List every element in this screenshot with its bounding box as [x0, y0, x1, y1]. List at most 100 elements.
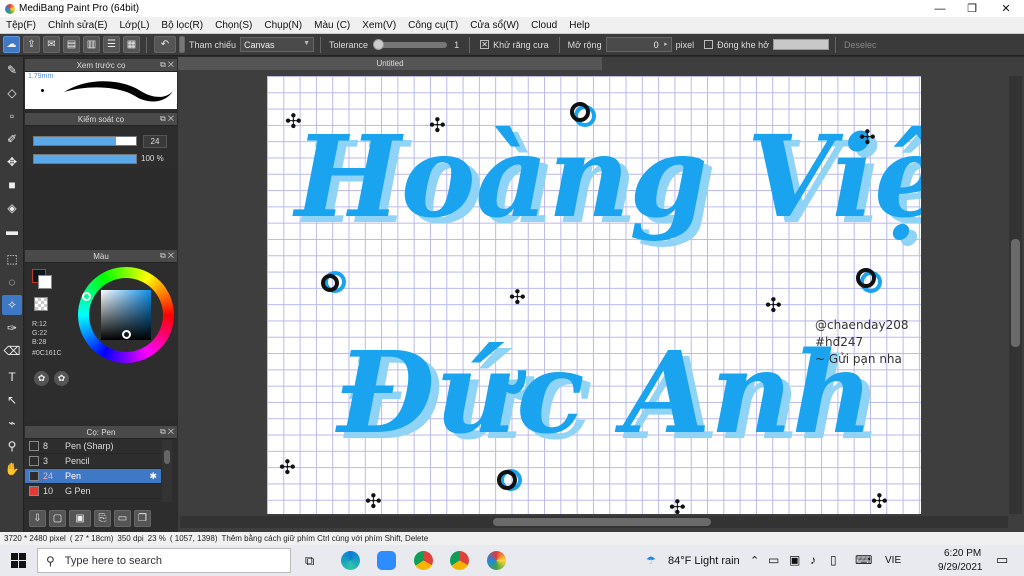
menu-tools[interactable]: Công cụ(T): [402, 20, 464, 31]
menu-view[interactable]: Xem(V): [356, 20, 402, 31]
palette-settings-icon[interactable]: ✿: [54, 371, 69, 386]
clock-date[interactable]: 9/29/2021: [938, 562, 983, 573]
magic-wand-icon[interactable]: ✧: [2, 295, 22, 315]
scroll-thumb[interactable]: [1011, 239, 1020, 347]
palette-icon[interactable]: ✿: [34, 371, 49, 386]
list-item[interactable]: 24 Pen ✱: [25, 469, 161, 484]
size-value[interactable]: 24: [143, 135, 167, 148]
notification-icon[interactable]: ▭: [996, 552, 1008, 568]
panel-controls-icon[interactable]: ⧉ ✕: [160, 60, 174, 70]
gear-icon[interactable]: ✱: [149, 471, 157, 482]
taskbar-search[interactable]: ⚲ Type here to search: [37, 548, 291, 573]
vertical-scrollbar[interactable]: [1009, 76, 1022, 514]
toolbar-handle[interactable]: [179, 36, 185, 53]
pen-tool-icon[interactable]: ✐: [2, 129, 22, 149]
reference-select[interactable]: Canvas ▼: [240, 37, 315, 52]
bucket-tool-icon[interactable]: ◈: [2, 198, 22, 218]
select-pen-icon[interactable]: ✑: [2, 318, 22, 338]
undo-button[interactable]: ↶: [154, 36, 176, 53]
grid-icon[interactable]: ▦: [123, 36, 140, 53]
list-icon[interactable]: ☰: [103, 36, 120, 53]
panel-controls-icon[interactable]: ⧉ ✕: [160, 251, 174, 261]
panel-controls-icon[interactable]: ⧉ ✕: [160, 114, 174, 124]
restore-button[interactable]: ❐: [956, 0, 988, 17]
expand-spinbox[interactable]: 0 ▸: [605, 37, 672, 52]
hand-tool-icon[interactable]: ✋: [2, 459, 22, 479]
menu-cloud[interactable]: Cloud: [525, 20, 563, 31]
minimize-button[interactable]: —: [924, 0, 956, 17]
list-item[interactable]: 8 Pen (Sharp): [25, 439, 161, 454]
tray-chevron-icon[interactable]: ⌃: [750, 554, 759, 567]
volume-icon[interactable]: ♪: [810, 553, 816, 567]
menu-capture[interactable]: Chụp(N): [258, 20, 308, 31]
edge-icon[interactable]: [341, 551, 360, 570]
saturation-value-square[interactable]: [101, 290, 151, 340]
deselect-button[interactable]: Deselec: [844, 40, 877, 50]
tolerance-slider[interactable]: [373, 38, 448, 50]
scroll-thumb[interactable]: [164, 450, 170, 464]
menu-layer[interactable]: Lớp(L): [114, 20, 156, 31]
select-rect-icon[interactable]: ⬚: [2, 249, 22, 269]
document-icon[interactable]: ▤: [63, 36, 80, 53]
camera-icon[interactable]: ▭: [768, 553, 779, 567]
comment-icon[interactable]: ✉: [43, 36, 60, 53]
hue-marker[interactable]: [82, 292, 91, 301]
eyedropper-icon[interactable]: ⚲: [2, 436, 22, 456]
cloud-download-icon[interactable]: ⇩: [29, 509, 46, 527]
duplicate-icon[interactable]: ⎘: [94, 509, 111, 527]
brush-list-scrollbar[interactable]: [162, 440, 172, 502]
transparent-color[interactable]: [34, 297, 48, 311]
sv-marker[interactable]: [122, 330, 131, 339]
close-gap-checkbox[interactable]: [704, 40, 714, 49]
menu-file[interactable]: Tệp(F): [0, 20, 42, 31]
zoom-icon[interactable]: [377, 551, 396, 570]
menu-select[interactable]: Chọn(S): [209, 20, 258, 31]
new-brush-icon[interactable]: ▢: [49, 509, 66, 527]
menu-help[interactable]: Help: [563, 20, 596, 31]
drawing-canvas[interactable]: Hoàng Việt Hoàng Việt Đức Anh Đức Anh ✣ …: [267, 76, 921, 514]
network-icon[interactable]: ▣: [789, 553, 800, 567]
menu-filter[interactable]: Bộ lọc(R): [155, 20, 209, 31]
task-view-icon[interactable]: ⧉: [305, 553, 314, 569]
battery-icon[interactable]: ▯: [830, 553, 837, 567]
scroll-thumb[interactable]: [493, 518, 711, 526]
chrome-icon[interactable]: [450, 551, 469, 570]
menu-edit[interactable]: Chỉnh sửa(E): [42, 20, 114, 31]
panel-controls-icon[interactable]: ⧉ ✕: [160, 427, 174, 437]
move-tool-icon[interactable]: ✥: [2, 152, 22, 172]
slider-knob[interactable]: [373, 38, 385, 50]
copy-icon[interactable]: ❐: [134, 509, 151, 527]
text-tool-icon[interactable]: T: [2, 367, 22, 387]
close-gap-slider[interactable]: [773, 39, 830, 50]
page-icon[interactable]: ▥: [83, 36, 100, 53]
menu-window[interactable]: Cửa sổ(W): [464, 20, 525, 31]
fill-rect-icon[interactable]: ■: [2, 175, 22, 195]
windows-start-icon[interactable]: [11, 553, 26, 568]
language-indicator[interactable]: VIE: [885, 555, 901, 566]
list-item[interactable]: 3 Pencil: [25, 454, 161, 469]
eraser-tool-icon[interactable]: ◇: [2, 83, 22, 103]
gradient-tool-icon[interactable]: ▬: [2, 221, 22, 241]
share-icon[interactable]: ⇪: [23, 36, 40, 53]
dot-tool-icon[interactable]: ▫: [2, 106, 22, 126]
folder-icon[interactable]: ▭: [114, 509, 131, 527]
keyboard-icon[interactable]: ⌨: [855, 553, 872, 567]
lasso-tool-icon[interactable]: ◌: [2, 272, 22, 292]
antialias-checkbox[interactable]: ✕: [480, 40, 490, 49]
opacity-slider[interactable]: [33, 154, 137, 164]
medibang-icon[interactable]: [487, 551, 506, 570]
menu-color[interactable]: Màu (C): [308, 20, 356, 31]
background-color[interactable]: [38, 275, 52, 289]
add-brush-icon[interactable]: ▣: [69, 509, 91, 527]
brush-tool-icon[interactable]: ✎: [2, 60, 22, 80]
chrome-icon[interactable]: [414, 551, 433, 570]
document-tab[interactable]: Untitled: [178, 57, 602, 70]
size-slider[interactable]: [33, 136, 137, 146]
clock-time[interactable]: 6:20 PM: [944, 548, 981, 559]
close-button[interactable]: ✕: [990, 0, 1022, 17]
dropper-tool-icon[interactable]: ⌁: [2, 413, 22, 433]
select-eraser-icon[interactable]: ⌫: [2, 341, 22, 361]
horizontal-scrollbar[interactable]: [180, 516, 1008, 528]
list-item[interactable]: 10 G Pen: [25, 484, 161, 499]
weather-text[interactable]: 84°F Light rain: [668, 555, 740, 567]
